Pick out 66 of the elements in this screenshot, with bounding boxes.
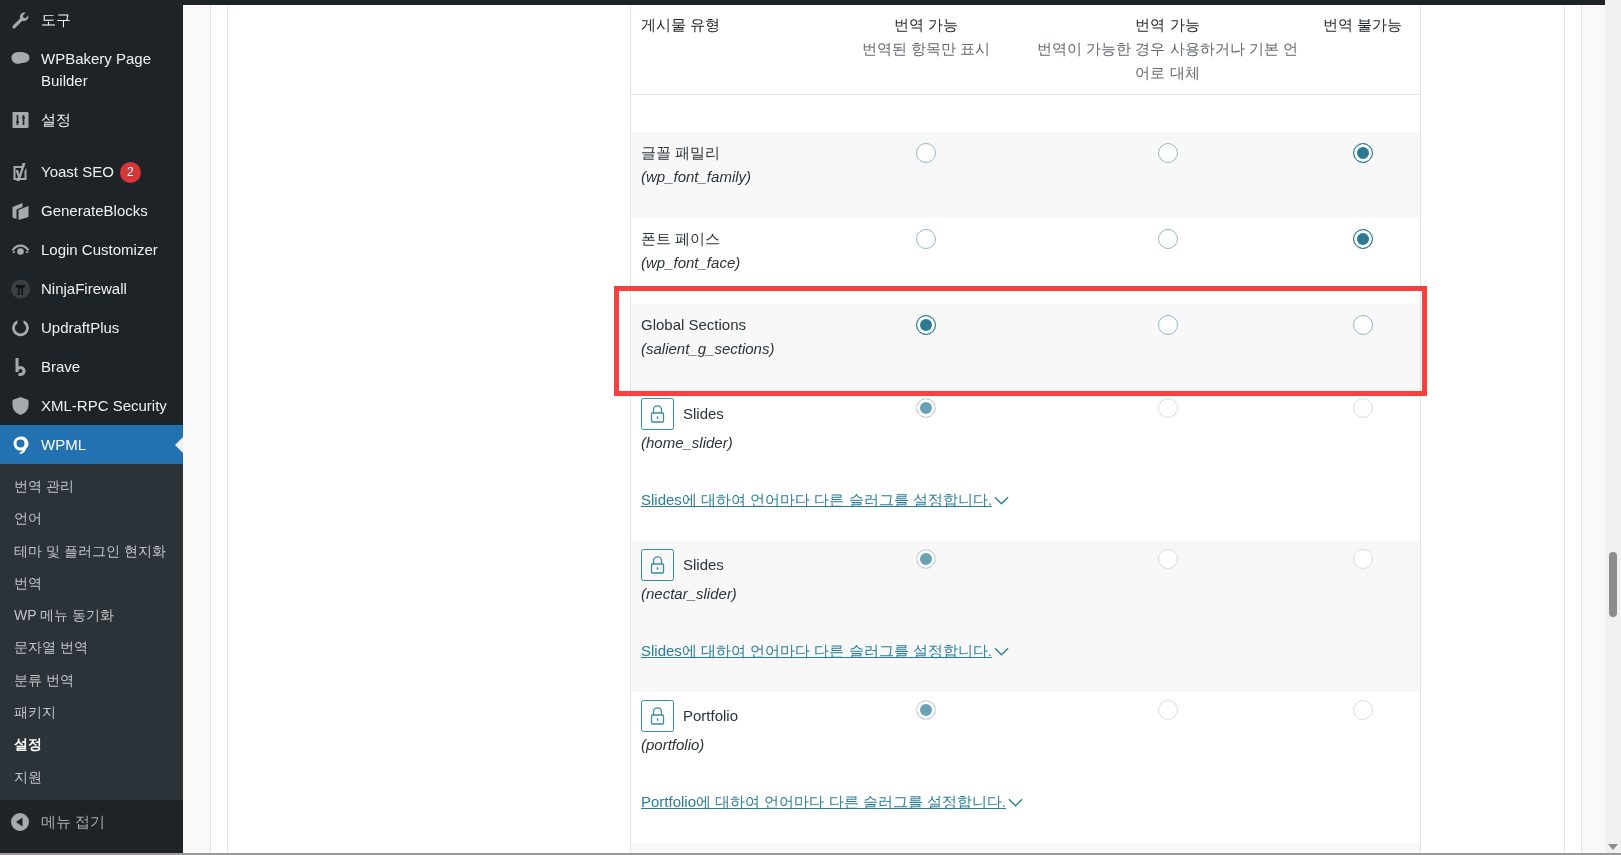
- submenu-item[interactable]: 분류 번역: [0, 663, 183, 697]
- menu-item[interactable]: Yoast SEO 2: [0, 152, 183, 191]
- slug-settings-link[interactable]: Slides에 대하여 언어마다 다른 슬러그를 설정합니다.: [641, 639, 1009, 663]
- post-type-slug: (nectar_slider): [641, 584, 737, 604]
- post-type-name: Portfolio: [683, 706, 739, 726]
- menu-item[interactable]: WPBakery Page Builder: [0, 39, 183, 100]
- slug-settings-link[interactable]: Slides에 대하여 언어마다 다른 슬러그를 설정합니다.: [641, 488, 1009, 512]
- radio-button[interactable]: [1352, 229, 1373, 249]
- slug-settings-link[interactable]: Portfolio에 대하여 언어마다 다른 슬러그를 설정합니다.: [641, 790, 1024, 814]
- ring-icon: [10, 317, 31, 338]
- wrench-icon: [10, 9, 31, 30]
- submenu-item[interactable]: 번역 관리: [0, 470, 183, 503]
- menu-item[interactable]: GenerateBlocks: [0, 191, 183, 230]
- menu-item[interactable]: XML-RPC Security: [0, 386, 183, 425]
- submenu-item[interactable]: 번역: [0, 566, 183, 600]
- caret-down-icon[interactable]: [1608, 844, 1618, 850]
- radio-button[interactable]: [916, 229, 936, 249]
- radio-button[interactable]: [1352, 315, 1373, 335]
- menu-item[interactable]: WPML: [0, 425, 183, 464]
- column-header: 번역 가능: [893, 15, 959, 35]
- menu-item[interactable]: 설정: [0, 100, 183, 139]
- round-logo-icon: [10, 278, 31, 299]
- radio-button[interactable]: [1352, 143, 1373, 163]
- collapse-menu-button[interactable]: 메뉴 접기: [0, 799, 183, 844]
- scrollbar-thumb[interactable]: [1609, 552, 1617, 617]
- post-type-name: 폰트 페이스: [641, 229, 721, 249]
- menu-item[interactable]: NinjaFirewall: [0, 269, 183, 308]
- submenu-item[interactable]: 패키지: [0, 696, 183, 729]
- post-type-name: Global Sections: [641, 315, 747, 335]
- chevron-down-icon: [1008, 797, 1024, 807]
- scrollbar[interactable]: [1605, 0, 1621, 853]
- chevron-down-icon: [993, 495, 1009, 505]
- submenu-item[interactable]: 테마 및 플러그인 현지화: [0, 534, 183, 567]
- column-header: 게시물 유형: [641, 15, 721, 35]
- radio-button[interactable]: [1157, 315, 1178, 335]
- post-type-name: 글꼴 패밀리: [641, 143, 721, 163]
- submenu-item[interactable]: WP 메뉴 동기화: [0, 599, 183, 632]
- post-type-name: Slides: [683, 404, 724, 424]
- post-type-slug: (salient_g_sections): [641, 339, 775, 359]
- shield-icon: [10, 395, 31, 416]
- column-header: 번역 가능: [1135, 15, 1200, 35]
- submenu-item[interactable]: 문자열 번역: [0, 631, 183, 664]
- sliders-icon: [10, 109, 31, 130]
- blocks-logo-icon: [10, 200, 31, 221]
- radio-button[interactable]: [1157, 229, 1178, 249]
- post-type-slug: (wp_font_family): [641, 167, 752, 187]
- column-description: 번역이 가능한 경우 사용하거나 기본 언어로 대체: [1036, 40, 1299, 83]
- post-type-slug: (portfolio): [641, 735, 705, 755]
- radio-button[interactable]: [916, 315, 936, 335]
- collapse-icon: [11, 812, 29, 831]
- column-description: 번역된 항목만 표시: [861, 40, 991, 59]
- radio-button[interactable]: [916, 143, 936, 163]
- menu-item[interactable]: Brave: [0, 347, 183, 386]
- submenu-item[interactable]: 지원: [0, 760, 183, 793]
- post-type-slug: (home_slider): [641, 433, 733, 453]
- menu-item[interactable]: UpdraftPlus: [0, 308, 183, 347]
- column-header: 번역 불가능: [1322, 15, 1403, 35]
- submenu-item[interactable]: 언어: [0, 502, 183, 535]
- submenu-item[interactable]: 설정: [0, 728, 183, 761]
- radio-button[interactable]: [1157, 143, 1178, 163]
- menu-item[interactable]: 도구: [0, 0, 183, 39]
- chevron-down-icon: [993, 646, 1009, 656]
- post-type-slug: (wp_font_face): [641, 253, 741, 273]
- menu-item[interactable]: Login Customizer: [0, 230, 183, 269]
- post-type-name: Slides: [683, 555, 724, 575]
- count-badge: 2: [119, 161, 141, 183]
